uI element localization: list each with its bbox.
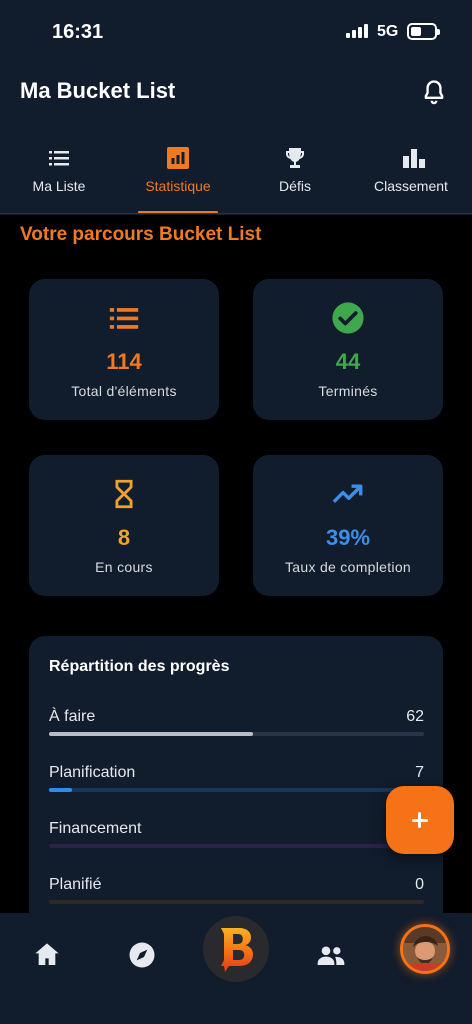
progress-row-a-faire: À faire 62 (49, 708, 424, 756)
progress-track (49, 732, 424, 736)
progress-row-financement: Financement (49, 820, 424, 868)
progress-count: 0 (415, 876, 424, 893)
list-icon (107, 301, 141, 335)
progress-count: 62 (406, 708, 424, 725)
stat-value: 8 (117, 525, 131, 550)
network-type: 5G (377, 23, 399, 40)
app-logo-icon (221, 928, 253, 972)
add-item-button[interactable] (386, 786, 454, 854)
nav-home[interactable] (27, 935, 67, 975)
stat-value: 114 (106, 349, 142, 374)
tab-label: Ma Liste (32, 178, 86, 194)
stat-card-completion-rate[interactable]: 39% Taux de completion (253, 455, 443, 596)
list-icon (47, 146, 71, 170)
tab-statistique[interactable]: Statistique (128, 140, 228, 214)
hourglass-icon (107, 477, 141, 511)
stat-label: En cours (95, 559, 153, 575)
stat-card-completed[interactable]: 44 Terminés (253, 279, 443, 420)
trending-up-icon (331, 477, 365, 511)
progress-label: À faire (49, 708, 96, 725)
stat-label: Total d'éléments (71, 383, 177, 399)
stat-card-in-progress[interactable]: 8 En cours (29, 455, 219, 596)
stat-label: Taux de completion (284, 559, 412, 575)
progress-label: Financement (49, 820, 142, 837)
tab-classement[interactable]: Classement (368, 140, 472, 214)
progress-fill (49, 788, 72, 792)
check-circle-icon (331, 301, 365, 335)
leaderboard-icon (402, 146, 426, 170)
nav-explore[interactable] (122, 935, 162, 975)
status-bar: 16:31 5G (0, 0, 472, 62)
progress-row-planification: Planification 7 (49, 764, 424, 812)
tab-defis[interactable]: Défis (250, 140, 340, 214)
group-icon (317, 946, 345, 965)
card-title: Répartition des progrès (49, 658, 230, 675)
tab-label: Statistique (145, 178, 211, 194)
signal-icon (346, 24, 370, 38)
bottom-navigation (0, 913, 472, 1024)
divider (0, 213, 472, 214)
progress-count: 7 (415, 764, 424, 781)
progress-track (49, 900, 424, 904)
tab-bar: Ma Liste Statistique Défis Classement (0, 140, 472, 214)
bar-chart-icon (166, 146, 190, 170)
progress-track (49, 788, 424, 792)
page-title: Ma Bucket List (20, 78, 176, 103)
stat-value: 39% (325, 525, 371, 550)
stat-label: Terminés (318, 383, 378, 399)
progress-label: Planifié (49, 876, 102, 893)
trophy-icon (283, 146, 307, 170)
progress-track (49, 844, 424, 848)
home-icon (35, 943, 59, 965)
status-time: 16:31 (52, 21, 104, 43)
app-logo-button[interactable] (203, 916, 269, 982)
tab-ma-liste[interactable]: Ma Liste (14, 140, 104, 214)
top-header-area: 16:31 5G Ma Bucket List Ma Liste Statist… (0, 0, 472, 215)
avatar[interactable] (400, 924, 450, 974)
tab-label: Classement (374, 178, 448, 194)
bell-icon[interactable] (420, 78, 448, 106)
compass-icon (129, 942, 155, 968)
progress-fill (49, 732, 253, 736)
tab-label: Défis (279, 178, 311, 194)
progress-label: Planification (49, 764, 136, 781)
stat-card-total[interactable]: 114 Total d'éléments (29, 279, 219, 420)
stat-value: 44 (335, 349, 361, 374)
section-title: Votre parcours Bucket List (20, 224, 262, 245)
nav-friends[interactable] (311, 935, 351, 975)
progress-breakdown-card: Répartition des progrès À faire 62 Plani… (29, 636, 443, 956)
battery-icon (407, 23, 440, 40)
